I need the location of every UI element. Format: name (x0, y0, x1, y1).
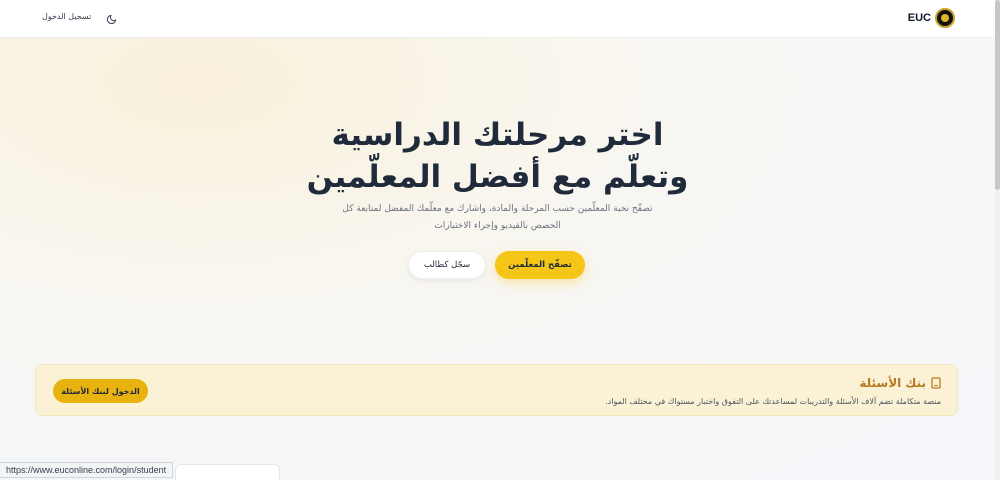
hero-section: اختر مرحلتك الدراسية وتعلّم مع أفضل المع… (0, 38, 995, 480)
brand[interactable]: EUC (908, 8, 955, 28)
status-bar-url: https://www.euconline.com/login/student (0, 462, 174, 478)
register-student-button[interactable]: سجّل كطالب (408, 251, 486, 279)
question-bank-card: بنك الأسئلة منصة متكاملة تضم آلاف الأسئل… (35, 364, 958, 416)
question-bank-description: منصة متكاملة تضم آلاف الأسئلة والتدريبات… (605, 397, 941, 406)
euc-logo-icon (935, 8, 955, 28)
scrollbar-thumb[interactable] (995, 0, 1000, 190)
enter-question-bank-button[interactable]: الدخول لبنك الأسئلة (53, 379, 148, 403)
question-bank-heading: بنك الأسئلة (859, 376, 941, 390)
brand-name: EUC (907, 12, 931, 24)
login-link[interactable]: تسجيل الدخول (42, 12, 91, 21)
moon-icon[interactable] (104, 12, 118, 26)
hero-subtitle: تصفّح نخبة المعلّمين حسب المرحلة والمادة… (342, 204, 653, 231)
partial-card (175, 464, 280, 480)
browse-teachers-button[interactable]: تصفّح المعلّمين (495, 251, 585, 279)
hero-title: اختر مرحلتك الدراسية وتعلّم مع أفضل المع… (306, 117, 689, 195)
question-bank-title: بنك الأسئلة (859, 376, 926, 390)
page-scrollbar[interactable] (995, 0, 1000, 480)
top-navbar: EUC تسجيل الدخول (0, 0, 995, 38)
book-icon (931, 377, 941, 389)
